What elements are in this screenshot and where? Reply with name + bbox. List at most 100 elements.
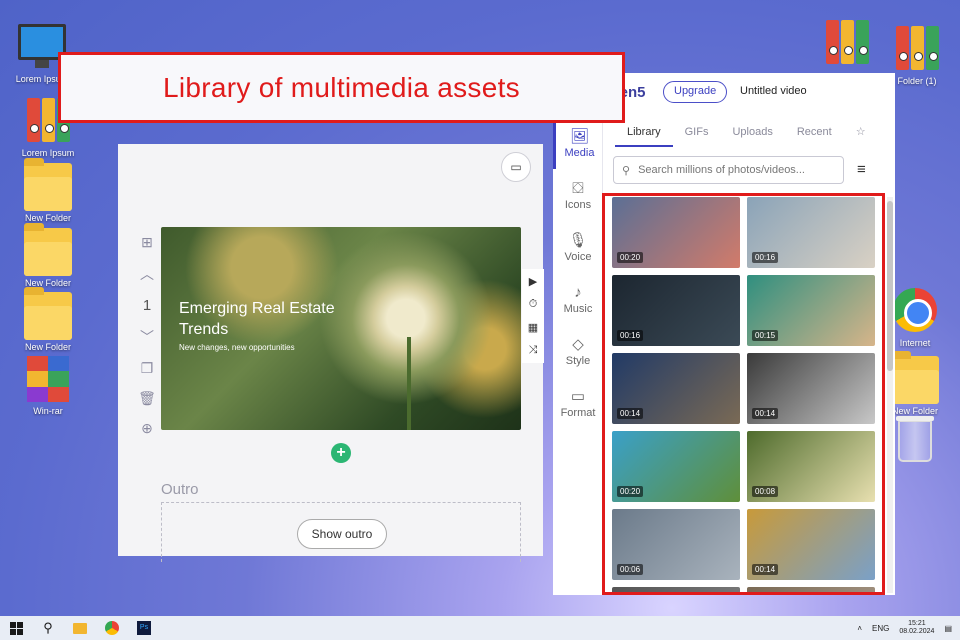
desktop-icon-label: Win-rar <box>33 406 63 416</box>
thumbnail-duration: 00:14 <box>617 408 644 419</box>
file-explorer-icon[interactable] <box>64 616 96 640</box>
music-note-icon: ♪ <box>574 283 582 301</box>
shapes-icon: ⛋ <box>572 179 584 197</box>
scene-tools: ⊞ ︿ 1 ﹀ ❐ 🗑 ⊕ <box>136 234 158 437</box>
nav-item-media[interactable]: 🖼 Media <box>553 117 603 169</box>
add-scene-button[interactable]: + <box>331 443 351 463</box>
media-panel: lumen5 Upgrade Untitled video 🖼Media ⛋Ic… <box>553 73 895 595</box>
folder-icon <box>24 158 72 211</box>
tab-uploads[interactable]: Uploads <box>720 121 784 147</box>
layout-icon[interactable]: ▦ <box>528 321 538 334</box>
show-outro-button[interactable]: Show outro <box>297 519 387 549</box>
binders-icon <box>893 26 941 74</box>
shuffle-icon[interactable]: ⤨ <box>529 344 538 357</box>
media-thumbnail[interactable]: 00:20 <box>612 431 740 502</box>
paint-bucket-icon: ◇ <box>572 336 584 353</box>
taskbar: ⚲ Ps ˄ ENG 15:21 08.02.2024 ▤ <box>0 616 960 640</box>
recycle-bin-icon <box>891 416 939 468</box>
media-thumbnail[interactable] <box>612 587 740 592</box>
upgrade-button[interactable]: Upgrade <box>663 81 728 103</box>
desktop-icon-new-folder-3[interactable]: New Folder <box>16 287 80 352</box>
search-placeholder: Search millions of photos/videos... <box>638 164 805 176</box>
nav-item-icons[interactable]: ⛋ Icons <box>553 169 603 221</box>
scene-preview[interactable]: Emerging Real Estate Trends New changes,… <box>161 227 521 430</box>
callout-label: Library of multimedia assets <box>58 52 625 123</box>
search-icon: ⚲ <box>622 164 631 177</box>
desktop-icon-label: New Folder <box>24 342 71 352</box>
microphone-icon: 🎙 <box>568 232 588 249</box>
thumbnail-duration: 00:16 <box>617 330 644 341</box>
folder-icon <box>891 351 939 404</box>
desktop-icon-binders[interactable] <box>815 20 879 70</box>
tab-library[interactable]: Library <box>615 121 673 147</box>
photoshop-icon[interactable]: Ps <box>128 616 160 640</box>
chrome-icon <box>891 288 939 336</box>
search-input[interactable]: ⚲ Search millions of photos/videos... <box>613 156 844 184</box>
nav-item-voice[interactable]: 🎙 Voice <box>553 221 603 273</box>
start-button[interactable] <box>0 616 32 640</box>
scene-subtitle[interactable]: New changes, new opportunities <box>179 343 295 352</box>
clock[interactable]: 15:21 08.02.2024 <box>899 620 934 637</box>
nav-item-music[interactable]: ♪ Music <box>553 273 603 325</box>
trash-icon[interactable]: 🗑 <box>138 390 156 407</box>
play-icon[interactable]: ▶ <box>529 275 537 288</box>
nav-label: Style <box>565 355 591 367</box>
nav-item-style[interactable]: ◇ Style <box>553 325 603 377</box>
clock-time: 15:21 <box>908 619 926 627</box>
notifications-icon[interactable]: ▤ <box>944 624 952 633</box>
language-indicator[interactable]: ENG <box>872 624 889 633</box>
media-thumbnail[interactable] <box>747 587 875 592</box>
media-thumbnail[interactable]: 00:14 <box>612 353 740 424</box>
duplicate-icon[interactable]: ❐ <box>141 360 154 377</box>
desktop-icon-new-folder-2[interactable]: New Folder <box>16 223 80 288</box>
media-thumbnail[interactable]: 00:16 <box>747 197 875 268</box>
thumbnail-duration: 00:06 <box>617 564 644 575</box>
chevron-down-icon[interactable]: ﹀ <box>140 327 154 347</box>
media-thumbnail[interactable]: 00:20 <box>612 197 740 268</box>
aspect-ratio-icon: ▭ <box>570 388 586 405</box>
media-thumbnail[interactable]: 00:16 <box>612 275 740 346</box>
media-thumbnail[interactable]: 00:08 <box>747 431 875 502</box>
media-thumbnail[interactable]: 00:06 <box>612 509 740 580</box>
media-grid: 00:20 00:16 00:16 00:15 00:14 00:14 00:20 00:08… <box>612 197 875 592</box>
system-tray: ˄ ENG 15:21 08.02.2024 ▤ <box>857 616 952 640</box>
image-icon: 🖼 <box>569 128 590 145</box>
scene-title[interactable]: Emerging Real Estate Trends <box>179 299 359 341</box>
nav-label: Format <box>560 407 596 419</box>
tab-recent[interactable]: Recent <box>785 121 844 147</box>
video-title[interactable]: Untitled video <box>740 85 807 97</box>
tab-gifs[interactable]: GIFs <box>673 121 721 147</box>
media-scrollbar[interactable] <box>887 197 893 593</box>
media-thumbnail[interactable]: 00:14 <box>747 509 875 580</box>
media-grid-highlight: 00:20 00:16 00:16 00:15 00:14 00:14 00:20 00:08… <box>602 193 885 595</box>
thumbnail-duration: 00:20 <box>617 486 644 497</box>
nav-label: Media <box>564 147 595 159</box>
desktop-icon-new-folder-1[interactable]: New Folder <box>16 158 80 223</box>
nav-label: Icons <box>564 198 592 211</box>
desktop-icon-label: Lorem Ipsum <box>21 148 75 158</box>
thumbnail-duration: 00:08 <box>752 486 779 497</box>
chevron-up-icon[interactable]: ˄ <box>857 624 862 633</box>
winrar-icon <box>24 356 72 404</box>
storyboard-editor: ▭ ⊞ ︿ 1 ﹀ ❐ 🗑 ⊕ Emerging Real Estate Tre… <box>118 144 544 562</box>
folder-icon <box>24 223 72 276</box>
add-text-icon[interactable]: ⊞ <box>141 234 153 251</box>
nav-label: Music <box>563 302 593 315</box>
media-thumbnail[interactable]: 00:15 <box>747 275 875 346</box>
star-icon[interactable]: ☆ <box>844 121 878 147</box>
desktop-icon-winrar[interactable]: Win-rar <box>16 356 80 416</box>
scene-side-controls: ▶ ⏱ ▦ ⤨ <box>522 269 544 363</box>
captions-button[interactable]: ▭ <box>501 152 531 182</box>
add-circle-icon[interactable]: ⊕ <box>141 420 153 437</box>
desktop-icon-label: New Folder <box>24 213 71 223</box>
search-icon[interactable]: ⚲ <box>32 616 64 640</box>
chevron-up-icon[interactable]: ︿ <box>140 264 154 284</box>
thumbnail-duration: 00:14 <box>752 564 779 575</box>
chrome-taskbar-icon[interactable] <box>96 616 128 640</box>
media-thumbnail[interactable]: 00:14 <box>747 353 875 424</box>
nav-item-format[interactable]: ▭ Format <box>553 377 603 429</box>
binders-icon <box>823 20 871 68</box>
flower-stem <box>407 337 411 430</box>
filter-icon[interactable]: ≡ <box>857 161 866 178</box>
timer-icon[interactable]: ⏱ <box>529 298 538 311</box>
